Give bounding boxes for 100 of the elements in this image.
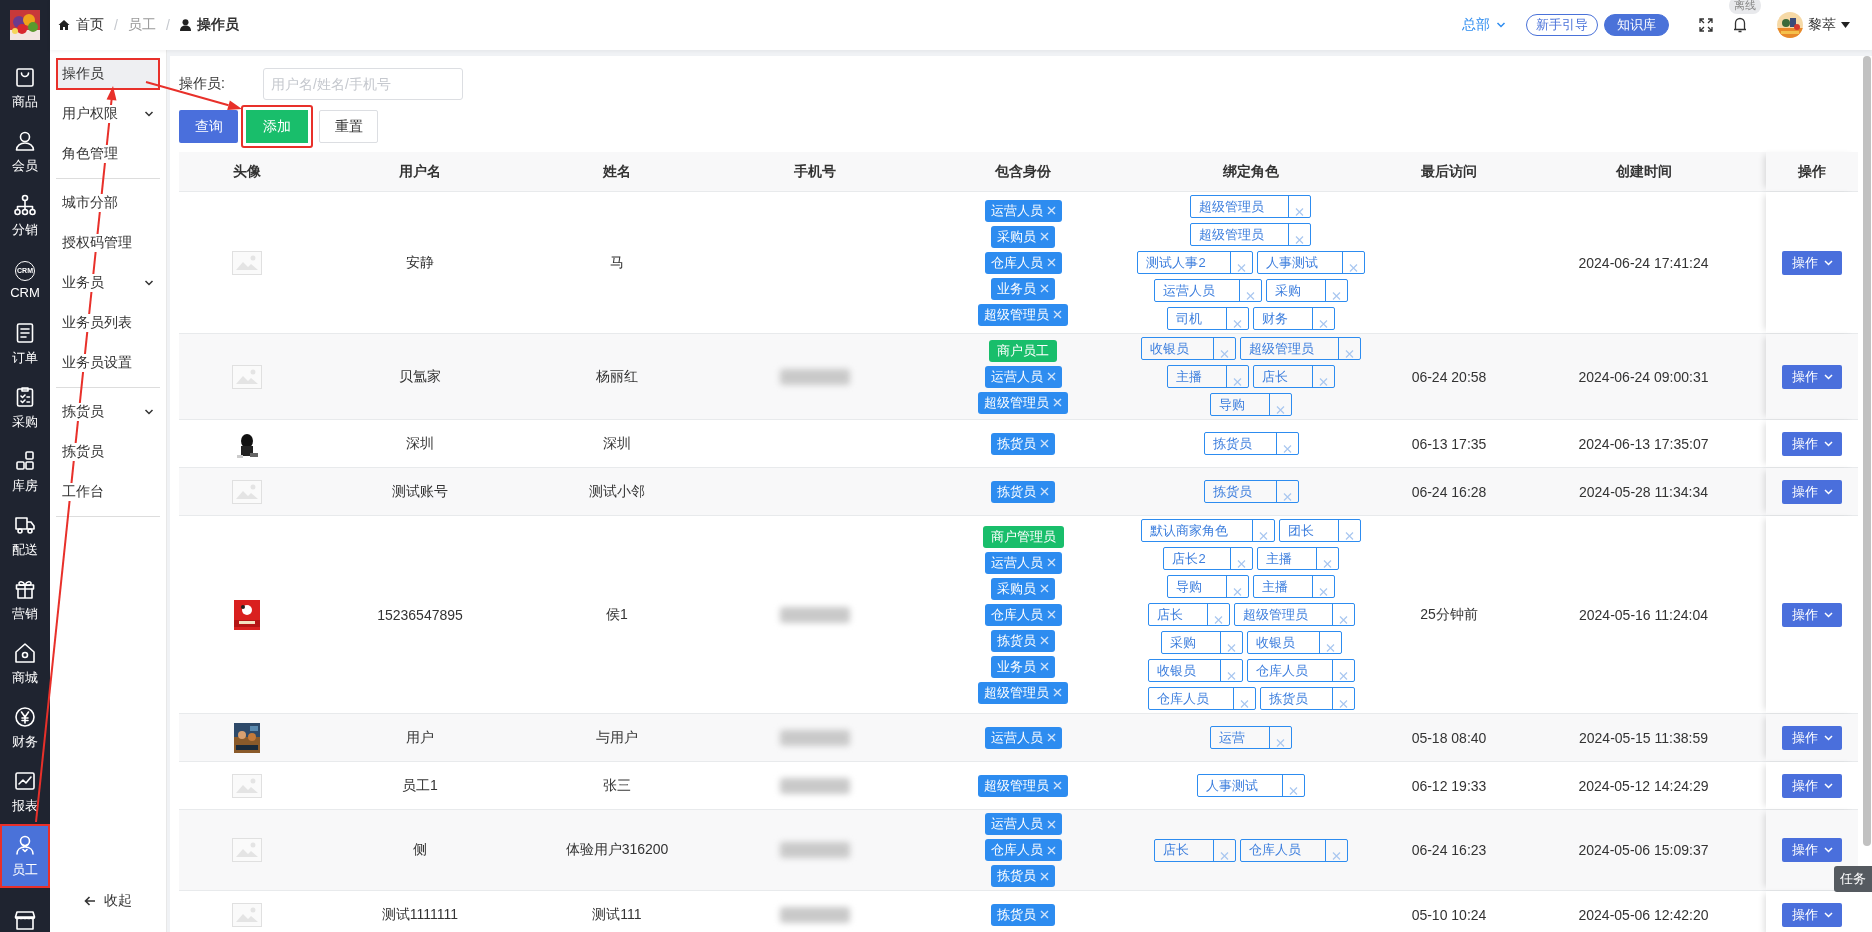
nav-item[interactable]: 采购	[0, 376, 50, 440]
blur-mask	[780, 368, 850, 385]
tag-label: 运营人员	[990, 201, 1043, 220]
org-selector[interactable]: 总部	[1462, 16, 1506, 34]
action-button[interactable]: 操作	[1782, 250, 1842, 275]
breadcrumb-link[interactable]: 操作员	[179, 16, 239, 34]
tag-label: 仓库人员	[990, 253, 1043, 272]
tag-label: 商户员工	[997, 341, 1049, 360]
chevron-icon	[144, 407, 154, 417]
nav-item[interactable]: 订单	[0, 312, 50, 376]
nav-item[interactable]: 会员	[0, 120, 50, 184]
tag-label: 拣货员	[997, 867, 1036, 885]
person-icon	[13, 129, 37, 153]
tag-label: 超级管理员	[1248, 339, 1315, 358]
tag-label: 拣货员	[997, 434, 1036, 453]
table-cell: 测试111	[592, 905, 642, 924]
tag-label: 拣货员	[1267, 689, 1309, 708]
action-button[interactable]: 操作	[1782, 364, 1842, 389]
table-cell: 体验用户316200	[565, 841, 669, 859]
nav-item[interactable]: 员工	[0, 824, 50, 888]
chevron-down-icon	[1823, 847, 1833, 853]
reset-button[interactable]: 重置	[319, 110, 378, 143]
tag-label: 主播	[1261, 577, 1289, 596]
action-button[interactable]: 操作	[1782, 838, 1842, 862]
user-menu[interactable]: 黎萃	[1777, 12, 1850, 38]
tag-label: 运营人员	[990, 367, 1043, 386]
tag-label: 超级管理员	[984, 305, 1049, 324]
staff-icon	[13, 833, 37, 857]
bag-icon	[13, 65, 37, 89]
table-cell: 深圳	[603, 434, 631, 453]
table-cell: 侧	[413, 841, 427, 859]
tag-label: 采购	[1274, 281, 1302, 300]
tag-label: 拣货员	[997, 631, 1036, 650]
action-button[interactable]: 操作	[1782, 725, 1842, 750]
tag-label: 导购	[1218, 395, 1246, 414]
blur-mask	[780, 606, 850, 623]
table-cell: 用户	[406, 728, 434, 747]
search-field[interactable]: 用户名/姓名/手机号	[263, 68, 463, 100]
blocks-icon	[13, 449, 37, 473]
nav-item[interactable]: 财务	[0, 696, 50, 760]
nav-item[interactable]: 商城	[0, 632, 50, 696]
tag-label: 超级管理员	[984, 683, 1049, 702]
tag-label: 店长2	[1171, 549, 1207, 568]
nav-item[interactable]: 库房	[0, 440, 50, 504]
chevron-down-icon	[1823, 911, 1833, 918]
table-cell: 2024-06-13 17:35:07	[1578, 435, 1709, 452]
nav-item[interactable]: 分销	[0, 184, 50, 248]
tag-label: 超级管理员	[1241, 605, 1309, 624]
column-header: 创建时间	[1615, 162, 1672, 181]
tag-label: 运营人员	[990, 553, 1043, 572]
knowledge-base-button[interactable]: 知识库	[1604, 14, 1669, 36]
tag-label: 仓库人员	[1254, 661, 1309, 680]
table-cell: 安静	[406, 253, 434, 272]
column-header: 绑定角色	[1223, 162, 1279, 181]
table-cell: 2024-05-06 15:09:37	[1578, 842, 1709, 858]
guide-button[interactable]: 新手引导	[1526, 14, 1598, 36]
yen-coin-icon	[13, 705, 37, 729]
bell-icon[interactable]	[1733, 17, 1747, 33]
action-button[interactable]: 操作	[1782, 602, 1842, 627]
table-cell: 贝氲家	[399, 367, 441, 386]
house-icon	[13, 641, 37, 665]
table-cell: 测试账号	[392, 482, 448, 501]
tag-label: 仓库人员	[990, 605, 1043, 624]
tag-label: 业务员	[997, 657, 1036, 676]
table-cell: 2024-05-12 14:24:29	[1578, 777, 1709, 794]
action-button[interactable]: 操作	[1782, 431, 1842, 456]
nav-item[interactable]: 商品	[0, 56, 50, 120]
fullscreen-icon[interactable]	[1699, 18, 1713, 32]
table-cell: 06-24 16:23	[1411, 842, 1487, 858]
tag-label: 采购员	[997, 227, 1036, 246]
tag-label: 超级管理员	[984, 776, 1049, 795]
action-button[interactable]: 操作	[1782, 479, 1842, 504]
chevron-icon	[144, 278, 154, 288]
nav-item[interactable]: 营销	[0, 568, 50, 632]
chevron-down-icon	[1823, 373, 1833, 380]
nav-item[interactable]: 报表	[0, 760, 50, 824]
tag-label: 拣货员	[1211, 482, 1253, 501]
table-cell: 2024-06-24 09:00:31	[1578, 368, 1709, 385]
breadcrumb-link[interactable]: 首页	[58, 16, 104, 34]
table-cell: 05-10 10:24	[1411, 906, 1487, 923]
query-button[interactable]: 查询	[179, 110, 238, 143]
scrollbar[interactable]	[1863, 56, 1871, 846]
nav-item[interactable]: 配送	[0, 504, 50, 568]
tag-label: 采购员	[997, 579, 1036, 598]
tag-label: 运营	[1218, 728, 1246, 747]
table-cell: 马	[610, 253, 624, 272]
chevron-down-icon	[1823, 440, 1833, 447]
table-cell: 2024-05-16 11:24:04	[1579, 606, 1708, 623]
tag-label: 拣货员	[1211, 434, 1253, 453]
collapse-button[interactable]: 收起	[84, 892, 132, 910]
task-tab[interactable]: 任务	[1834, 866, 1872, 892]
tag-label: 司机	[1175, 309, 1203, 328]
table-cell: 杨丽红	[596, 367, 638, 386]
menu-item[interactable]: 操作员	[56, 58, 160, 90]
action-button[interactable]: 操作	[1782, 773, 1842, 798]
tag-label: 运营人员	[990, 815, 1043, 833]
table-cell: 2024-05-28 11:34:34	[1579, 483, 1708, 500]
tag-label: 收银员	[1149, 339, 1190, 358]
action-button[interactable]: 操作	[1782, 902, 1842, 927]
chevron-down-icon	[1823, 488, 1833, 495]
